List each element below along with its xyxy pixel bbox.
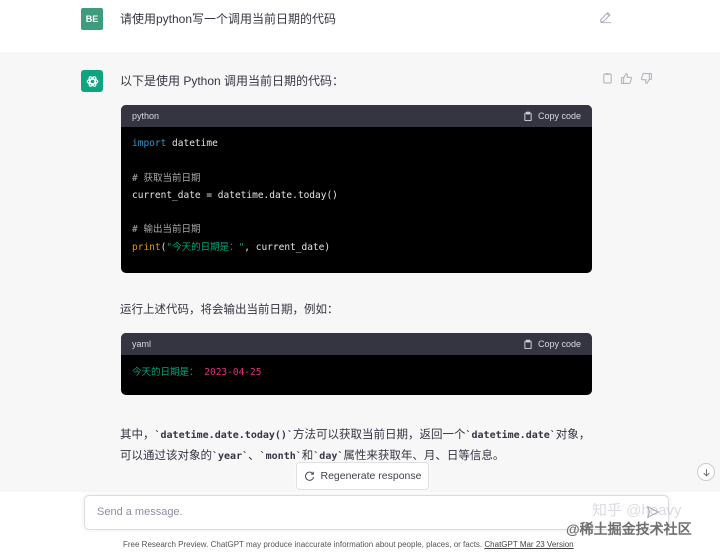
edit-icon[interactable] — [599, 10, 613, 24]
explanation-line-1: 其中，`datetime.date.today()`方法可以获取当前日期，返回一… — [120, 426, 590, 442]
send-icon[interactable] — [646, 505, 660, 519]
text: 可以通过该对象的 — [120, 450, 212, 462]
inline-code: `datetime.date.today()` — [154, 430, 293, 441]
code-line: current_date = datetime.date.today() — [132, 189, 338, 201]
inline-code: `month` — [259, 451, 302, 462]
arrow-down-icon — [702, 468, 710, 477]
footer-text: Free Research Preview. ChatGPT may produ… — [123, 540, 483, 549]
copy-code-button[interactable]: Copy code — [523, 339, 581, 350]
footer-disclaimer: Free Research Preview. ChatGPT may produ… — [123, 540, 574, 549]
code-line: 今天的日期是： 2023-04-25 — [132, 364, 581, 381]
regenerate-response-button[interactable]: Regenerate response — [296, 462, 429, 490]
code-block-header: yaml Copy code — [121, 333, 592, 355]
code-body: import datetime # 获取当前日期 current_date = … — [121, 127, 592, 256]
user-message-text: 请使用python写一个调用当前日期的代码 — [120, 12, 337, 26]
code-block-header: python Copy code — [121, 105, 592, 127]
copy-code-label: Copy code — [537, 111, 581, 121]
thumbs-up-icon[interactable] — [620, 72, 633, 85]
code-comment: # 输出当前日期 — [132, 224, 201, 236]
text: 和 — [301, 450, 314, 462]
footer-version-link[interactable]: ChatGPT Mar 23 Version — [484, 540, 573, 549]
copy-code-button[interactable]: Copy code — [523, 111, 581, 122]
yaml-value: 2023-04-25 — [204, 367, 262, 378]
code-block-python: python Copy code import datetime # 获取当前日… — [121, 105, 592, 273]
text: 对象， — [555, 429, 591, 441]
regenerate-label: Regenerate response — [320, 470, 422, 482]
zhihu-watermark: 知乎 @heavy — [592, 502, 682, 519]
inline-code: `year` — [212, 451, 249, 462]
code-language-label: python — [132, 111, 160, 121]
code-keyword: import — [132, 138, 167, 149]
assistant-middle-text: 运行上述代码，将会输出当前日期，例如： — [120, 304, 339, 316]
code-text: , current_date) — [244, 241, 331, 253]
clipboard-icon — [524, 111, 532, 121]
inline-code: `day` — [313, 451, 344, 462]
assistant-intro-text: 以下是使用 Python 调用当前日期的代码： — [120, 74, 345, 88]
text: 、 — [248, 450, 260, 462]
text: 其中， — [120, 429, 155, 441]
inline-code: `datetime.date` — [465, 430, 556, 441]
chatgpt-logo-icon — [81, 70, 103, 92]
user-avatar: BE — [81, 8, 103, 30]
user-message-row — [0, 0, 720, 53]
code-text: datetime — [166, 138, 218, 149]
yaml-key: 今天的日期是： — [132, 367, 199, 378]
clipboard-icon — [524, 339, 532, 349]
juejin-watermark: @稀土掘金技术社区 — [566, 521, 692, 537]
code-line: import datetime — [132, 135, 581, 152]
code-comment: # 获取当前日期 — [132, 172, 201, 184]
thumbs-down-icon[interactable] — [640, 72, 653, 85]
refresh-icon — [304, 471, 314, 481]
text: 方法可以获取当前日期，返回一个 — [292, 429, 466, 441]
explanation-line-2: 可以通过该对象的`year`、`month`和`day`属性来获取年、月、日等信… — [120, 447, 504, 463]
code-body: 今天的日期是： 2023-04-25 — [121, 355, 592, 381]
code-language-label: yaml — [132, 339, 152, 349]
scroll-down-button[interactable] — [697, 463, 715, 481]
code-string: "今天的日期是：" — [166, 241, 245, 253]
message-placeholder: Send a message. — [97, 506, 183, 518]
code-function: print — [132, 241, 161, 253]
text: 属性来获取年、月、日等信息。 — [343, 450, 505, 462]
code-line: print("今天的日期是：", current_date) — [132, 239, 581, 256]
copy-code-label: Copy code — [537, 339, 581, 349]
code-block-yaml: yaml Copy code 今天的日期是： 2023-04-25 — [121, 333, 592, 395]
copy-icon[interactable] — [601, 72, 614, 85]
